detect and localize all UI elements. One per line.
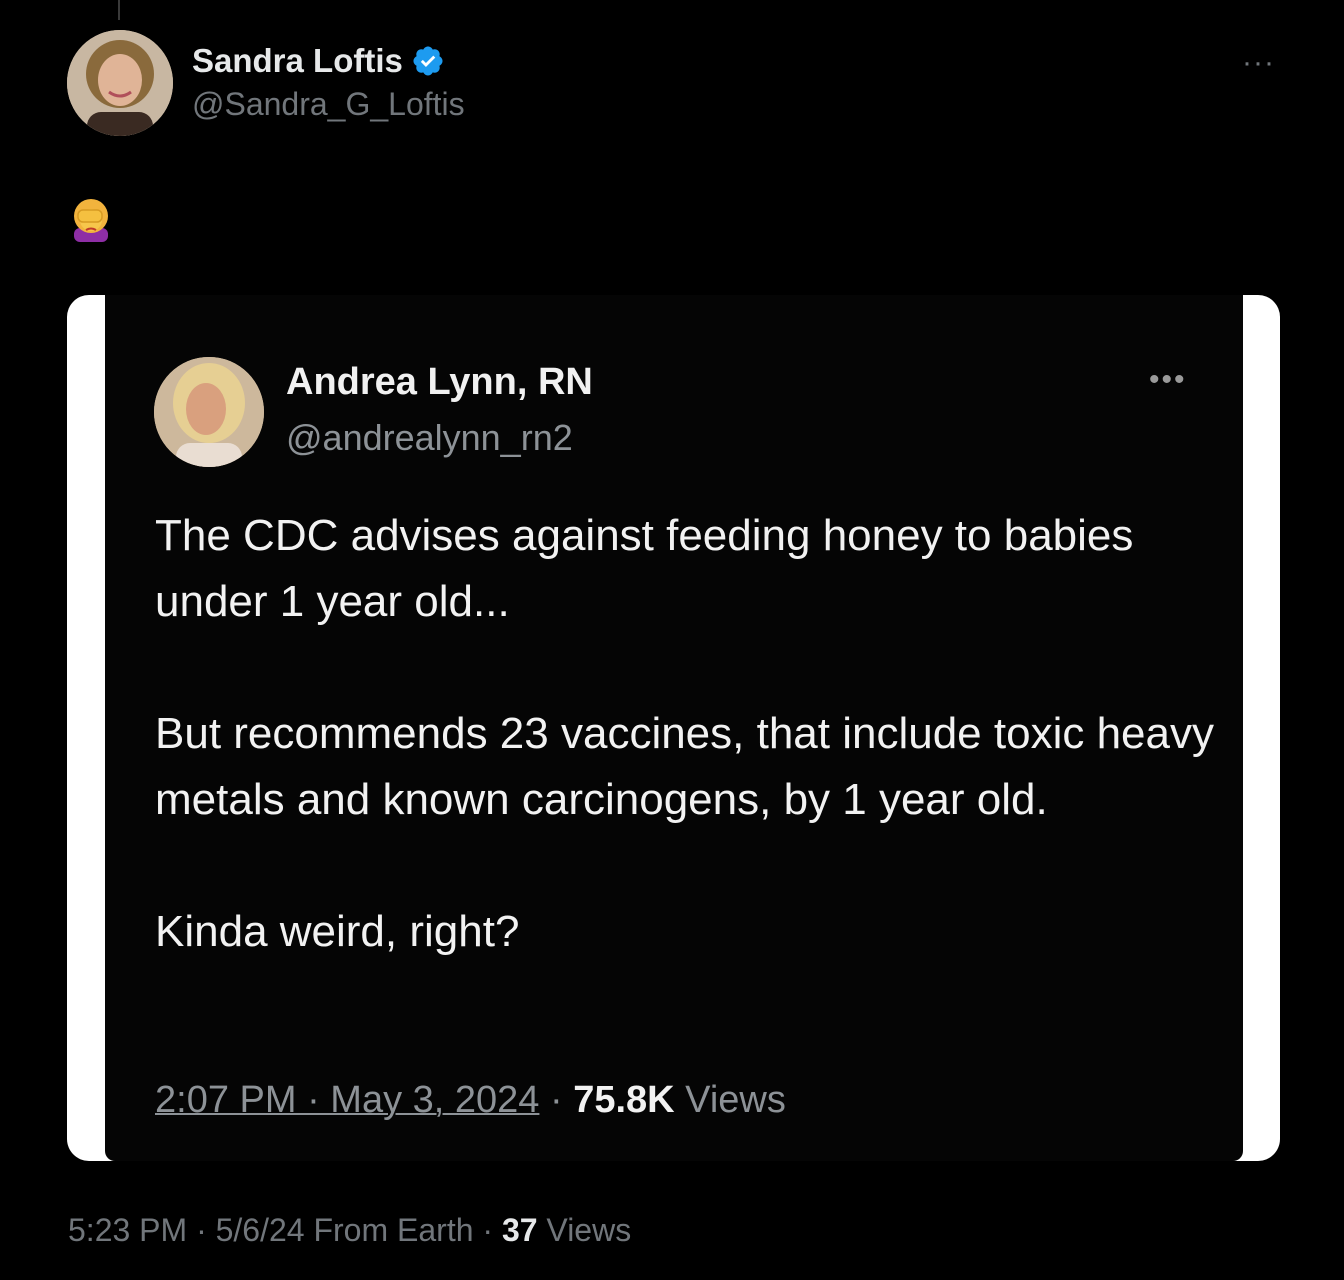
views-label: Views: [546, 1212, 632, 1248]
quoted-views-count: 75.8K: [573, 1079, 675, 1121]
quoted-paragraph: The CDC advises against feeding honey to…: [155, 511, 1134, 626]
author-name-row[interactable]: Sandra Loftis: [192, 42, 445, 80]
quoted-tweet-screenshot: Andrea Lynn, RN @andrealynn_rn2 ••• The …: [105, 295, 1243, 1161]
attached-image[interactable]: Andrea Lynn, RN @andrealynn_rn2 ••• The …: [67, 295, 1280, 1161]
tweet-source: From Earth: [313, 1212, 474, 1248]
quoted-author-name: Andrea Lynn, RN: [286, 361, 593, 403]
separator: ·: [196, 1212, 207, 1248]
separator: ·: [549, 1079, 563, 1121]
quoted-author-handle: @andrealynn_rn2: [286, 417, 573, 458]
tweet-time[interactable]: 5:23 PM: [68, 1212, 187, 1248]
woman-facepalming-emoji-icon: [68, 196, 114, 242]
quoted-author-avatar: [154, 357, 264, 467]
author-handle[interactable]: @Sandra_G_Loftis: [192, 86, 465, 123]
author-avatar[interactable]: [67, 30, 173, 136]
author-name[interactable]: Sandra Loftis: [192, 42, 403, 80]
quoted-paragraph: But recommends 23 vaccines, that include…: [155, 709, 1214, 824]
more-options-icon[interactable]: ···: [1242, 46, 1275, 80]
tweet-metadata: 5:23 PM · 5/6/24 From Earth · 37 Views: [68, 1212, 631, 1249]
quoted-meta: 2:07 PM · May 3, 2024 · 75.8K Views: [155, 1079, 786, 1122]
separator: ·: [482, 1212, 494, 1248]
quoted-paragraph: Kinda weird, right?: [155, 907, 520, 956]
verified-badge-icon: [411, 44, 445, 78]
tweet-date[interactable]: 5/6/24: [216, 1212, 305, 1248]
quoted-more-icon: •••: [1149, 363, 1187, 396]
quoted-tweet-text: The CDC advises against feeding honey to…: [155, 503, 1215, 965]
thread-connector-line: [118, 0, 120, 20]
quoted-views-label: Views: [685, 1079, 786, 1121]
views-count[interactable]: 37: [502, 1212, 538, 1248]
quoted-datetime: 2:07 PM · May 3, 2024: [155, 1079, 540, 1121]
